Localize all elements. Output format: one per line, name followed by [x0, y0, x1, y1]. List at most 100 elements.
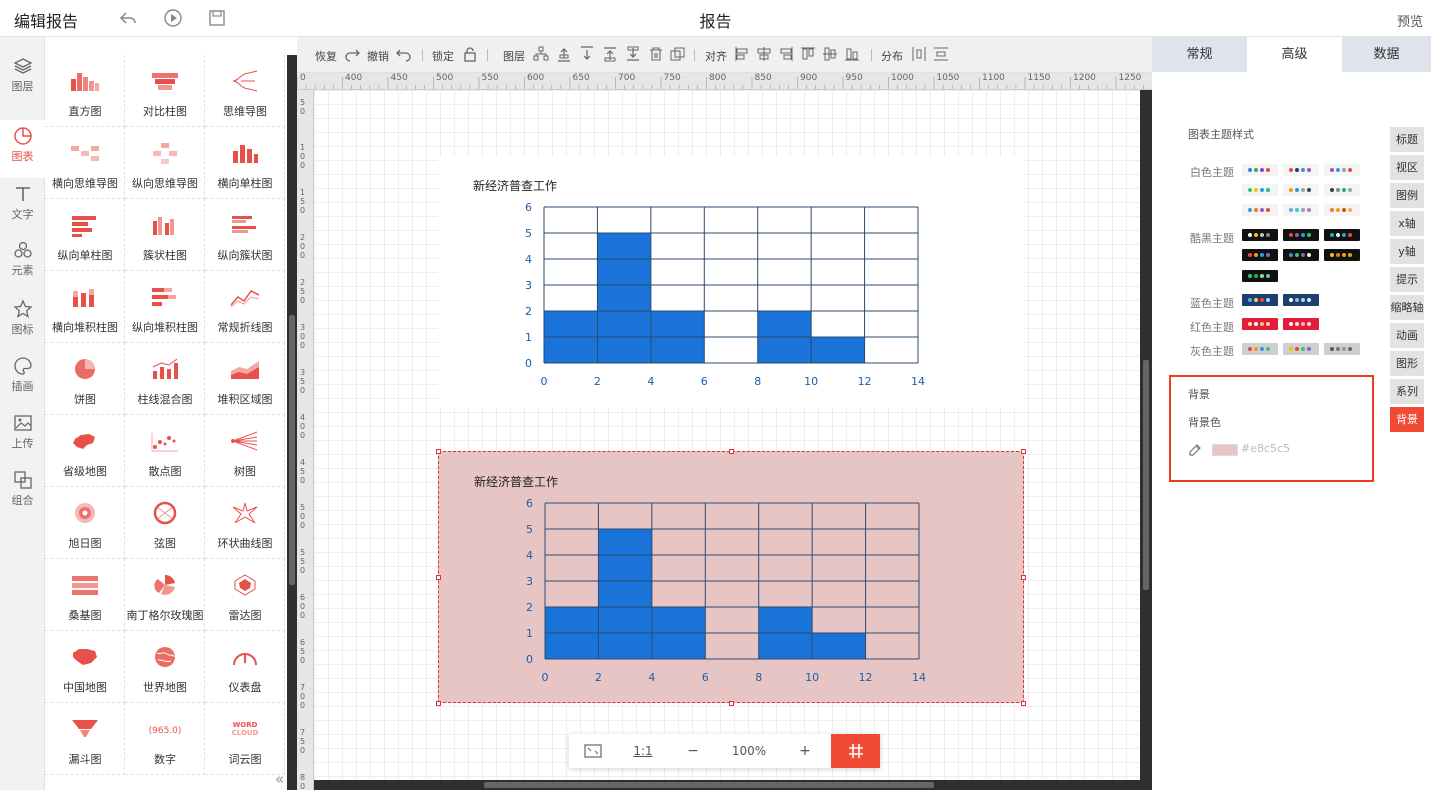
resize-handle[interactable]	[1021, 449, 1026, 454]
collapse-icon[interactable]: «	[275, 770, 284, 788]
back-icon[interactable]	[118, 8, 138, 28]
side-tab-shape[interactable]: 图形	[1390, 351, 1424, 376]
canvas-vertical-scrollbar[interactable]	[1140, 90, 1152, 790]
side-tab-background[interactable]: 背景	[1390, 407, 1424, 432]
copy-icon[interactable]	[670, 46, 686, 62]
background-color-swatch[interactable]	[1212, 444, 1238, 456]
component-vertical-clustered[interactable]: 纵向簇状图	[205, 199, 285, 271]
undo-button[interactable]: 撤销	[367, 48, 389, 64]
theme-swatch[interactable]	[1324, 343, 1360, 355]
side-tab-viewport[interactable]: 视区	[1390, 155, 1424, 180]
component-number[interactable]: (965.0) 数字	[125, 703, 205, 775]
component-vertical-stacked-bar[interactable]: 纵向堆积柱图	[125, 271, 205, 343]
component-chord-chart[interactable]: 弦图	[125, 487, 205, 559]
resize-handle[interactable]	[1021, 701, 1026, 706]
layer-tree-icon[interactable]	[533, 46, 549, 62]
scrollbar-thumb[interactable]	[484, 782, 934, 788]
panel-scrollbar[interactable]	[287, 55, 297, 790]
component-vertical-mind-map[interactable]: 纵向思维导图	[125, 127, 205, 199]
component-tree-chart[interactable]: 树图	[205, 415, 285, 487]
align-right-icon[interactable]	[778, 46, 794, 62]
nav-charts[interactable]: 图表	[0, 120, 45, 178]
component-vertical-single-bar[interactable]: 纵向单柱图	[45, 199, 125, 271]
theme-swatch[interactable]	[1283, 184, 1319, 196]
redo-button[interactable]: 恢复	[315, 48, 337, 64]
component-mind-map[interactable]: 思维导图	[205, 55, 285, 127]
side-tab-tooltip[interactable]: 提示	[1390, 267, 1424, 292]
side-tab-datazoom[interactable]: 缩略轴	[1390, 295, 1424, 320]
theme-swatch[interactable]	[1242, 204, 1278, 216]
theme-swatch[interactable]	[1242, 184, 1278, 196]
theme-swatch[interactable]	[1324, 164, 1360, 176]
component-nightingale-rose[interactable]: 南丁格尔玫瑰图	[125, 559, 205, 631]
theme-swatch[interactable]	[1283, 164, 1319, 176]
theme-swatch[interactable]	[1283, 249, 1319, 261]
scrollbar-thumb[interactable]	[289, 315, 295, 585]
delete-icon[interactable]	[648, 46, 664, 62]
tab-advanced[interactable]: 高级	[1247, 37, 1342, 72]
component-histogram[interactable]: 直方图	[45, 55, 125, 127]
component-clustered-bar[interactable]: 簇状柱图	[125, 199, 205, 271]
preview-button[interactable]: 预览	[1397, 11, 1423, 30]
component-funnel[interactable]: 漏斗图	[45, 703, 125, 775]
tab-data[interactable]: 数据	[1342, 37, 1431, 72]
nav-icons[interactable]: 图标	[0, 293, 45, 351]
side-tab-legend[interactable]: 图例	[1390, 183, 1424, 208]
theme-swatch[interactable]	[1283, 294, 1319, 306]
component-horizontal-stacked-bar[interactable]: 横向堆积柱图	[45, 271, 125, 343]
theme-swatch[interactable]	[1242, 294, 1278, 306]
theme-swatch[interactable]	[1242, 270, 1278, 282]
bring-top-icon[interactable]	[602, 46, 618, 62]
align-bottom-icon[interactable]	[844, 46, 860, 62]
theme-swatch[interactable]	[1283, 318, 1319, 330]
eyedropper-icon[interactable]	[1188, 443, 1202, 457]
resize-handle[interactable]	[436, 701, 441, 706]
theme-swatch[interactable]	[1324, 229, 1360, 241]
canvas-horizontal-scrollbar[interactable]	[314, 780, 1152, 790]
component-scatter-plot[interactable]: 散点图	[125, 415, 205, 487]
component-radar-chart[interactable]: 雷达图	[205, 559, 285, 631]
fit-screen-button[interactable]	[569, 734, 617, 768]
nav-text[interactable]: 文字	[0, 178, 45, 236]
theme-swatch[interactable]	[1324, 249, 1360, 261]
scrollbar-thumb[interactable]	[1143, 360, 1149, 590]
chart-widget-1[interactable]: 新经济普查工作 0 1 2 3 4 5 6 0 2 4 6 8 10 12 14	[438, 156, 1024, 408]
component-ring-curve[interactable]: 环状曲线图	[205, 487, 285, 559]
theme-swatch[interactable]	[1324, 184, 1360, 196]
theme-swatch[interactable]	[1242, 343, 1278, 355]
nav-illustrations[interactable]: 插画	[0, 350, 45, 408]
design-canvas[interactable]: 新经济普查工作 0 1 2 3 4 5 6 0 2 4 6 8 10 12 14 新经济普查工作 01234…	[314, 90, 1140, 780]
distribute-v-icon[interactable]	[933, 46, 949, 62]
component-province-map[interactable]: 省级地图	[45, 415, 125, 487]
send-bottom-icon[interactable]	[625, 46, 641, 62]
send-down-icon[interactable]	[579, 46, 595, 62]
theme-swatch[interactable]	[1242, 229, 1278, 241]
resize-handle[interactable]	[436, 575, 441, 580]
resize-handle[interactable]	[1021, 575, 1026, 580]
component-comparison-bar[interactable]: 对比柱图	[125, 55, 205, 127]
zoom-out-button[interactable]: −	[669, 734, 717, 768]
theme-swatch[interactable]	[1242, 249, 1278, 261]
component-stacked-area[interactable]: 堆积区域图	[205, 343, 285, 415]
component-word-cloud[interactable]: WORD CLOUD 词云图	[205, 703, 285, 775]
component-horizontal-single-bar[interactable]: 横向单柱图	[205, 127, 285, 199]
component-pie-chart[interactable]: 饼图	[45, 343, 125, 415]
side-tab-series[interactable]: 系列	[1390, 379, 1424, 404]
resize-handle[interactable]	[729, 449, 734, 454]
align-middle-icon[interactable]	[822, 46, 838, 62]
component-gauge[interactable]: 仪表盘	[205, 631, 285, 703]
nav-layers[interactable]: 图层	[0, 50, 45, 108]
side-tab-title[interactable]: 标题	[1390, 127, 1424, 152]
nav-group[interactable]: 组合	[0, 464, 45, 522]
resize-handle[interactable]	[436, 449, 441, 454]
tab-general[interactable]: 常规	[1152, 37, 1247, 72]
component-horizontal-mind-map[interactable]: 横向思维导图	[45, 127, 125, 199]
side-tab-y-axis[interactable]: y轴	[1390, 239, 1424, 264]
component-bar-line-combo[interactable]: 柱线混合图	[125, 343, 205, 415]
theme-swatch[interactable]	[1283, 343, 1319, 355]
theme-swatch[interactable]	[1283, 229, 1319, 241]
align-center-h-icon[interactable]	[756, 46, 772, 62]
nav-upload[interactable]: 上传	[0, 407, 45, 465]
redo-icon[interactable]	[344, 46, 360, 62]
align-left-icon[interactable]	[734, 46, 750, 62]
